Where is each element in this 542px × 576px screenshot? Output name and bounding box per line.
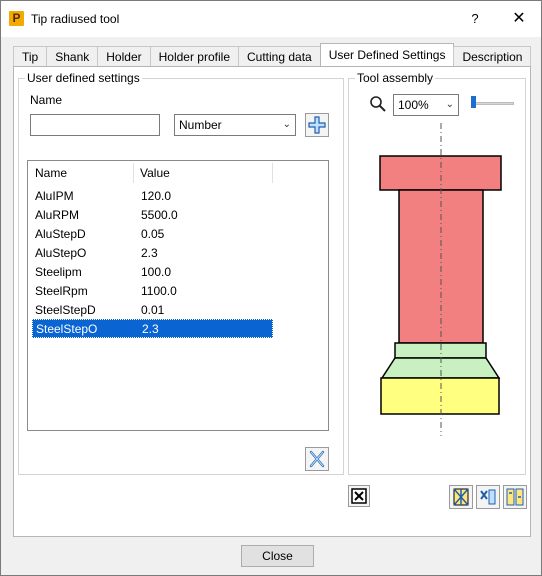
row-value: 0.01 (141, 303, 165, 317)
settings-list[interactable]: Name Value AluIPM 120.0 AluRPM 5500.0 Al… (27, 160, 329, 431)
holder-base (380, 377, 500, 415)
column-header-name[interactable]: Name (35, 166, 67, 180)
table-row-selected[interactable]: SteelStepO 2.3 (32, 319, 273, 338)
tool-edit-button[interactable] (476, 485, 500, 509)
row-value: 2.3 (141, 246, 158, 260)
column-header-value[interactable]: Value (140, 166, 170, 180)
fit-view-icon (351, 488, 367, 504)
zoom-select[interactable]: 100% ⌄ (393, 94, 459, 116)
tab-shank[interactable]: Shank (46, 46, 99, 67)
row-value: 120.0 (141, 189, 172, 203)
tool-properties-icon (506, 488, 524, 506)
row-value: 1100.0 (141, 284, 177, 298)
tab-strip: Tip Shank Holder Holder profile Cutting … (13, 43, 532, 67)
add-setting-button[interactable] (305, 113, 329, 137)
tool-assembly-group: Tool assembly 100% ⌄ (348, 71, 526, 475)
table-row[interactable]: AluStepO 2.3 (32, 244, 273, 263)
zoom-slider-thumb[interactable] (471, 96, 476, 108)
add-plus-icon (308, 116, 326, 134)
row-value: 5500.0 (141, 208, 178, 222)
title-bar: P Tip radiused tool ? ✕ (1, 1, 541, 37)
delete-setting-button[interactable] (305, 447, 329, 471)
tab-panel: User defined settings Name Number ⌄ Name… (13, 66, 531, 537)
help-button[interactable]: ? (463, 9, 487, 29)
row-value: 100.0 (141, 265, 172, 279)
column-divider[interactable] (272, 163, 273, 183)
name-field[interactable] (30, 114, 160, 136)
type-select-value: Number (179, 118, 222, 132)
type-select[interactable]: Number ⌄ (174, 114, 296, 136)
row-name: SteelRpm (35, 284, 88, 298)
user-settings-group-label: User defined settings (25, 71, 142, 85)
delete-setting-icon (309, 450, 325, 468)
row-name: AluIPM (35, 189, 74, 203)
row-name: SteelStepD (35, 303, 96, 317)
table-row[interactable]: SteelStepD 0.01 (32, 301, 273, 320)
dialog-window: P Tip radiused tool ? ✕ Tip Shank Holder… (0, 0, 542, 576)
tool-assembly-preview (379, 123, 502, 436)
window-title: Tip radiused tool (31, 12, 120, 26)
app-logo-icon: P (9, 11, 24, 26)
chevron-down-icon: ⌄ (445, 99, 454, 110)
row-name: AluStepO (35, 246, 87, 260)
row-name: AluStepD (35, 227, 86, 241)
zoom-value: 100% (398, 98, 429, 112)
column-divider[interactable] (133, 163, 134, 183)
row-name: SteelStepO (36, 322, 98, 336)
zoom-slider-track[interactable] (472, 102, 514, 105)
row-value: 2.3 (142, 322, 159, 336)
row-name: AluRPM (35, 208, 80, 222)
row-value: 0.05 (141, 227, 165, 241)
table-row[interactable]: AluRPM 5500.0 (32, 206, 273, 225)
tool-shape-icon (453, 488, 469, 506)
tab-tip[interactable]: Tip (13, 46, 48, 67)
tool-edit-icon (480, 489, 496, 505)
tool-assembly-group-label: Tool assembly (355, 71, 436, 85)
user-settings-group: User defined settings Name Number ⌄ Name… (18, 71, 344, 475)
tab-cutting-data[interactable]: Cutting data (238, 46, 321, 67)
tab-user-defined-settings[interactable]: User Defined Settings (319, 43, 455, 67)
tab-description[interactable]: Description (453, 46, 532, 67)
magnifier-icon[interactable] (369, 95, 387, 113)
tab-holder[interactable]: Holder (97, 46, 151, 67)
name-label: Name (30, 93, 63, 107)
tab-holder-profile[interactable]: Holder profile (149, 46, 239, 67)
chevron-down-icon: ⌄ (282, 119, 291, 130)
table-row[interactable]: AluIPM 120.0 (32, 187, 273, 206)
table-row[interactable]: AluStepD 0.05 (32, 225, 273, 244)
table-row[interactable]: Steelipm 100.0 (32, 263, 273, 282)
fit-view-button[interactable] (348, 485, 370, 507)
row-name: Steelipm (35, 265, 82, 279)
tool-shape-button[interactable] (449, 485, 473, 509)
close-button[interactable]: Close (241, 545, 314, 567)
close-window-button[interactable]: ✕ (507, 9, 531, 29)
table-row[interactable]: SteelRpm 1100.0 (32, 282, 273, 301)
settings-list-header: Name Value (28, 161, 328, 185)
tool-properties-button[interactable] (503, 485, 527, 509)
